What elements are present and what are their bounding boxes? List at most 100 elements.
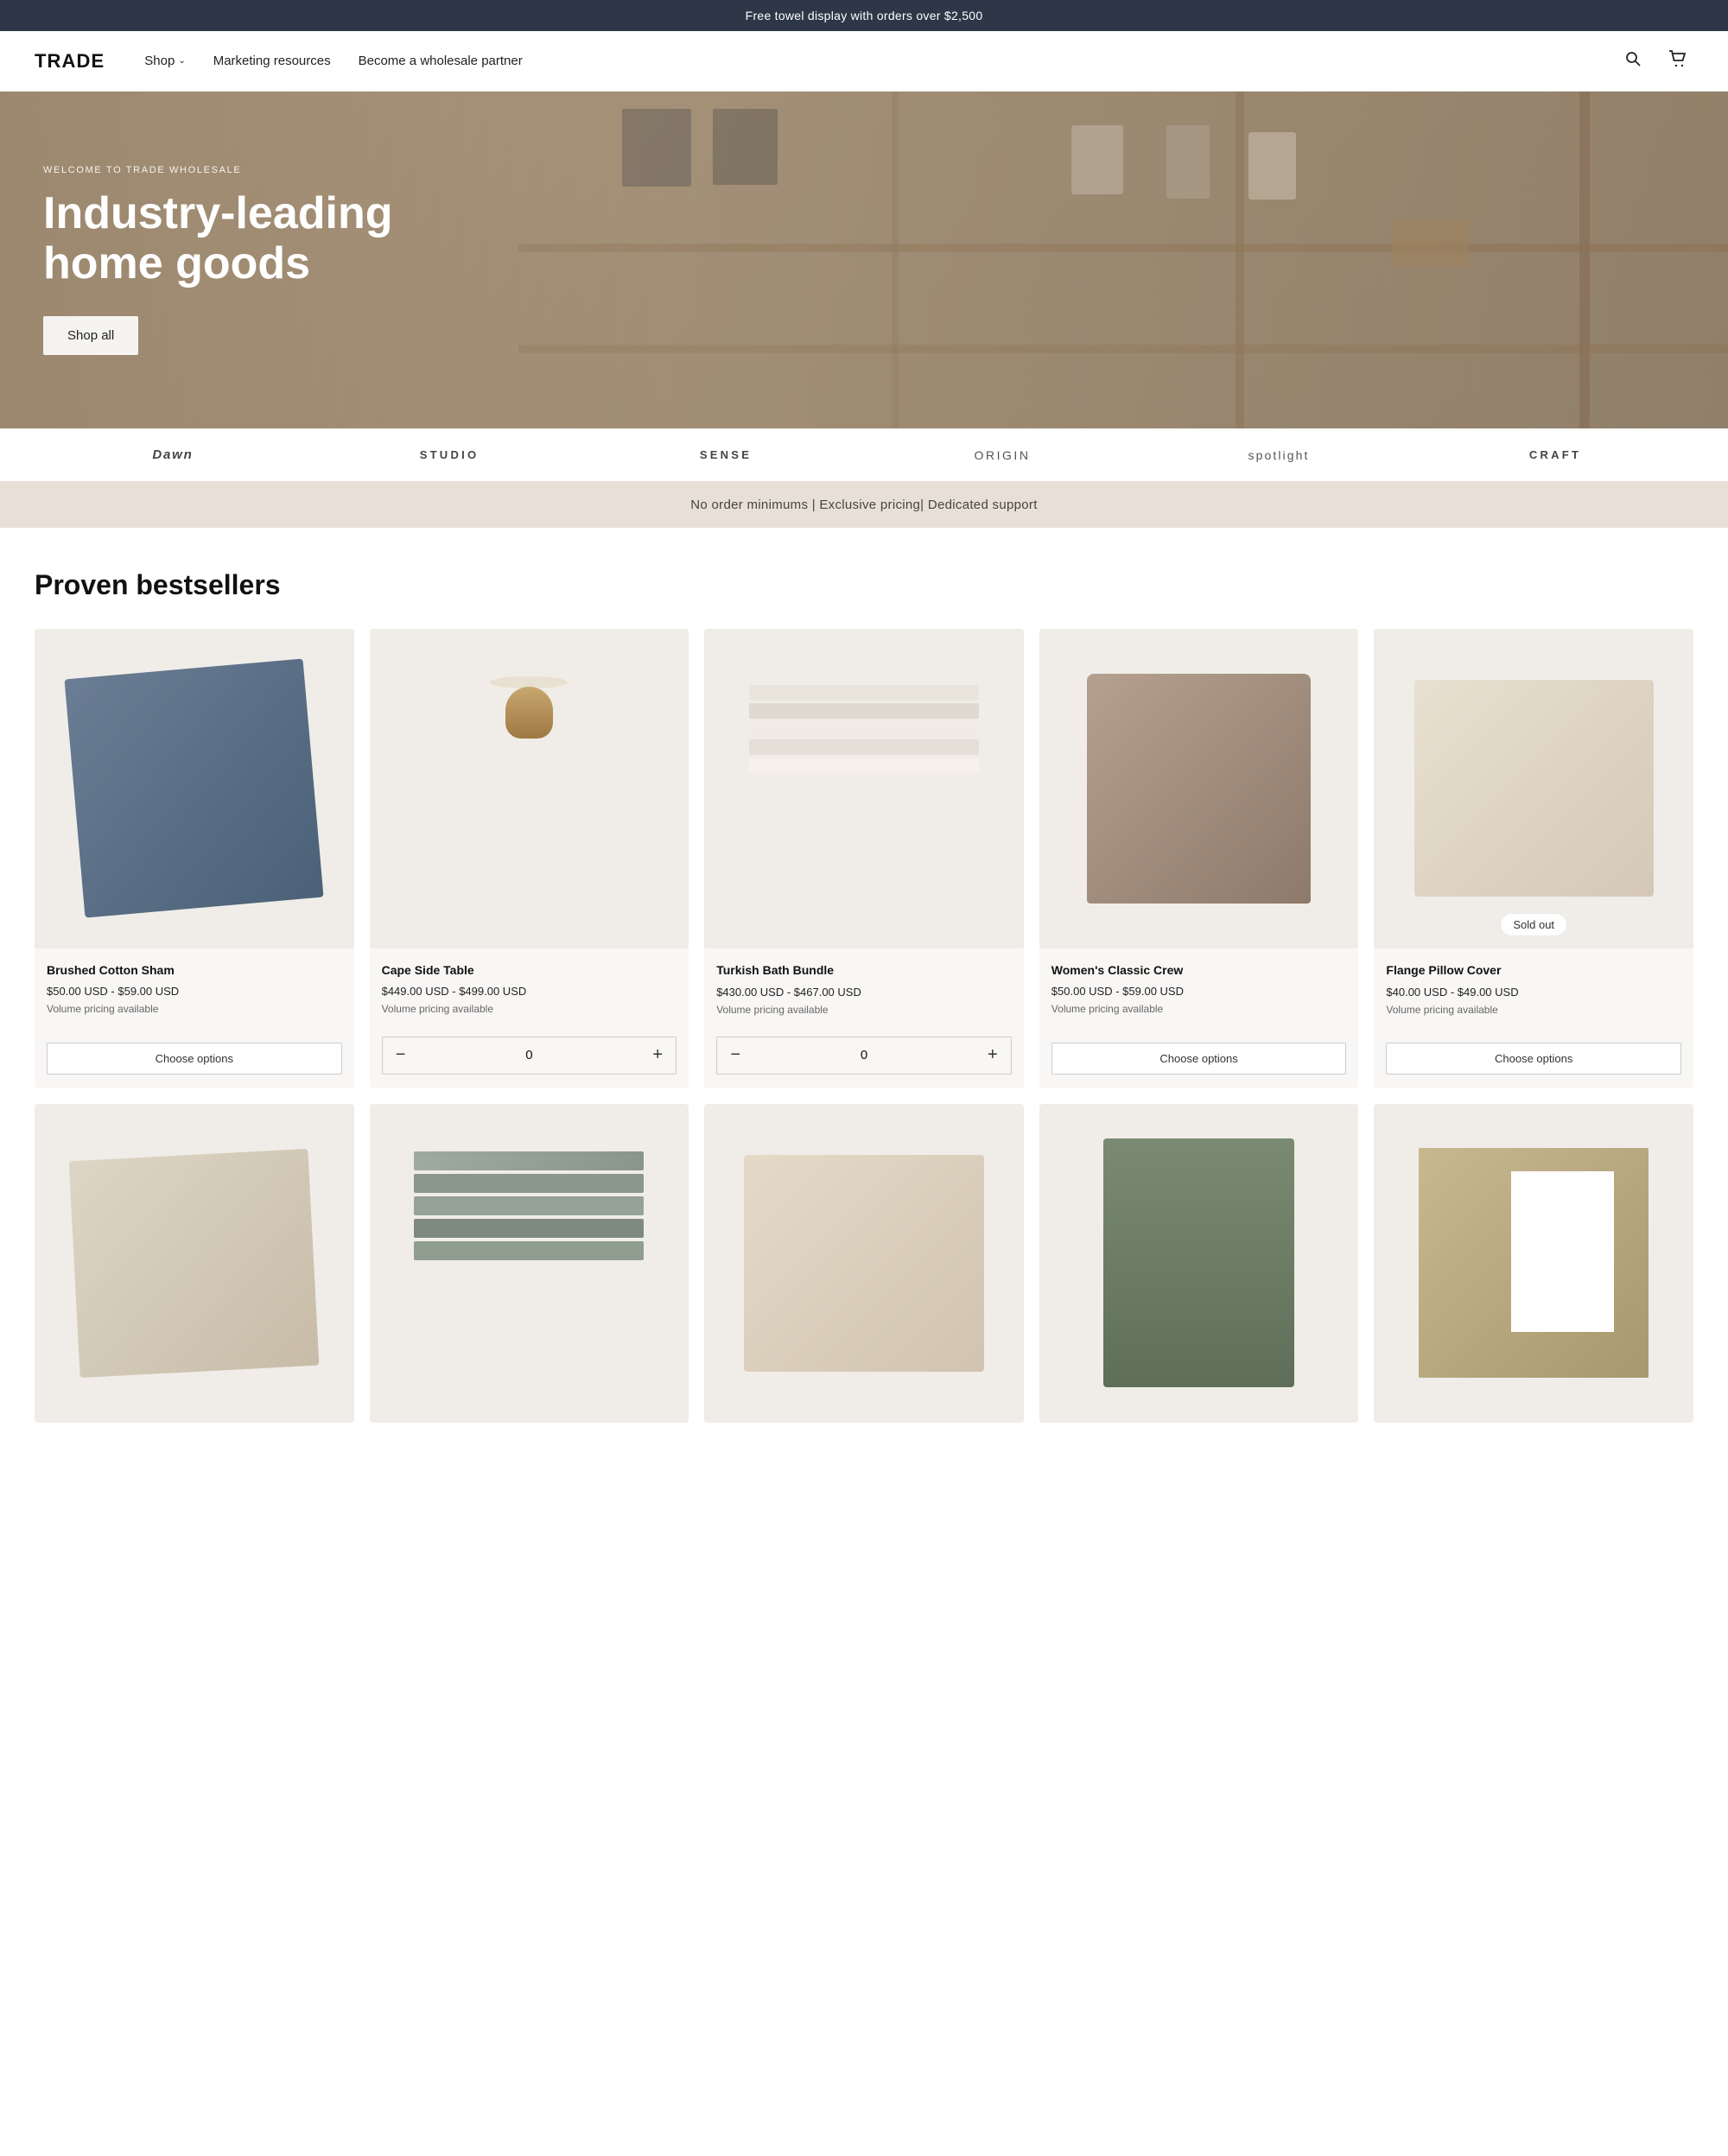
logo[interactable]: TRADE bbox=[35, 50, 105, 73]
pillow-cream2-image bbox=[69, 1149, 320, 1378]
nav-item-marketing[interactable]: Marketing resources bbox=[200, 47, 345, 75]
brand-studio[interactable]: STUDIO bbox=[311, 445, 588, 465]
towel-gray-1 bbox=[414, 1151, 644, 1170]
product-image-r2-1 bbox=[35, 1104, 354, 1424]
product-price-1: $50.00 USD - $59.00 USD bbox=[47, 985, 342, 998]
towel-gray-5 bbox=[414, 1241, 644, 1260]
side-table-image bbox=[425, 676, 632, 900]
product-name-5: Flange Pillow Cover bbox=[1386, 962, 1681, 979]
brand-strip: Dawn STUDIO SENSE ORIGIN spotlight CRAFT bbox=[0, 428, 1728, 482]
product-volume-1: Volume pricing available bbox=[47, 1003, 342, 1015]
increase-qty-3[interactable]: + bbox=[975, 1037, 1011, 1074]
pants-green-image bbox=[1103, 1138, 1295, 1387]
brand-origin[interactable]: ORIGIN bbox=[864, 445, 1140, 466]
product-volume-3: Volume pricing available bbox=[716, 1004, 1012, 1016]
choose-options-button-4[interactable]: Choose options bbox=[1051, 1043, 1347, 1075]
product-image-5: Sold out bbox=[1374, 629, 1693, 948]
product-volume-2: Volume pricing available bbox=[382, 1003, 677, 1015]
qty-value-2: 0 bbox=[419, 1048, 640, 1062]
brand-craft[interactable]: CRAFT bbox=[1417, 445, 1693, 465]
product-price-3: $430.00 USD - $467.00 USD bbox=[716, 986, 1012, 999]
product-actions-3: − 0 + bbox=[704, 1028, 1024, 1088]
product-grid-row2 bbox=[35, 1104, 1693, 1424]
product-info-1: Brushed Cotton Sham $50.00 USD - $59.00 … bbox=[35, 948, 354, 1034]
brand-dawn[interactable]: Dawn bbox=[35, 444, 311, 466]
towel-row-1 bbox=[749, 685, 979, 701]
product-card-r2-5 bbox=[1374, 1104, 1693, 1424]
towel-row-5 bbox=[749, 758, 979, 773]
chevron-down-icon: ⌄ bbox=[178, 56, 185, 66]
towel-gray-3 bbox=[414, 1196, 644, 1215]
brand-spotlight[interactable]: spotlight bbox=[1140, 445, 1417, 466]
minus-icon-3: − bbox=[730, 1045, 740, 1065]
announcement-bar: Free towel display with orders over $2,5… bbox=[0, 0, 1728, 31]
towel-row-4 bbox=[749, 739, 979, 755]
product-image-r2-4 bbox=[1039, 1104, 1359, 1424]
product-image-r2-2 bbox=[370, 1104, 689, 1424]
product-name-3: Turkish Bath Bundle bbox=[716, 962, 1012, 979]
header-actions bbox=[1617, 46, 1693, 77]
quantity-stepper-3: − 0 + bbox=[716, 1037, 1012, 1075]
section-title: Proven bestsellers bbox=[35, 569, 1693, 601]
sweater-image bbox=[1087, 674, 1311, 904]
product-grid-row1: Brushed Cotton Sham $50.00 USD - $59.00 … bbox=[35, 629, 1693, 1088]
product-card-3: Turkish Bath Bundle $430.00 USD - $467.0… bbox=[704, 629, 1024, 1088]
hero-section: WELCOME TO TRADE WHOLESALE Industry-lead… bbox=[0, 92, 1728, 428]
product-image-4 bbox=[1039, 629, 1359, 948]
announcement-text: Free towel display with orders over $2,5… bbox=[746, 9, 983, 22]
hero-shop-all-button[interactable]: Shop all bbox=[43, 316, 138, 355]
art-board-image bbox=[1419, 1148, 1649, 1378]
pillow-linen-image bbox=[744, 1155, 983, 1372]
decrease-qty-2[interactable]: − bbox=[383, 1037, 419, 1074]
search-button[interactable] bbox=[1617, 46, 1649, 77]
product-name-2: Cape Side Table bbox=[382, 962, 677, 979]
product-card-r2-2 bbox=[370, 1104, 689, 1424]
product-info-5: Flange Pillow Cover $40.00 USD - $49.00 … bbox=[1374, 948, 1693, 1034]
towel-row-2 bbox=[749, 703, 979, 719]
product-card-r2-4 bbox=[1039, 1104, 1359, 1424]
product-card-5: Sold out Flange Pillow Cover $40.00 USD … bbox=[1374, 629, 1693, 1088]
increase-qty-2[interactable]: + bbox=[639, 1037, 676, 1074]
bestsellers-section: Proven bestsellers Brushed Cotton Sham $… bbox=[0, 528, 1728, 1450]
hero-title: Industry-leading home goods bbox=[43, 189, 475, 288]
benefits-bar: No order minimums | Exclusive pricing| D… bbox=[0, 482, 1728, 528]
product-info-4: Women's Classic Crew $50.00 USD - $59.00… bbox=[1039, 948, 1359, 1034]
plus-icon-3: + bbox=[988, 1045, 998, 1065]
choose-options-button-1[interactable]: Choose options bbox=[47, 1043, 342, 1075]
benefits-text: No order minimums | Exclusive pricing| D… bbox=[690, 498, 1037, 512]
product-image-3 bbox=[704, 629, 1024, 948]
product-card-r2-3 bbox=[704, 1104, 1024, 1424]
nav-item-shop[interactable]: Shop ⌄ bbox=[130, 47, 199, 75]
table-stem bbox=[505, 687, 553, 739]
brand-sense[interactable]: SENSE bbox=[588, 445, 864, 465]
product-actions-1: Choose options bbox=[35, 1034, 354, 1088]
product-card-1: Brushed Cotton Sham $50.00 USD - $59.00 … bbox=[35, 629, 354, 1088]
search-icon bbox=[1624, 50, 1642, 73]
decrease-qty-3[interactable]: − bbox=[717, 1037, 753, 1074]
nav-item-wholesale[interactable]: Become a wholesale partner bbox=[345, 47, 537, 75]
product-name-1: Brushed Cotton Sham bbox=[47, 962, 342, 979]
hero-eyebrow: WELCOME TO TRADE WHOLESALE bbox=[43, 165, 475, 175]
product-image-r2-3 bbox=[704, 1104, 1024, 1424]
product-price-5: $40.00 USD - $49.00 USD bbox=[1386, 986, 1681, 999]
pillow-blue-image bbox=[65, 659, 324, 918]
product-actions-5: Choose options bbox=[1374, 1034, 1693, 1088]
towels-image bbox=[749, 685, 979, 892]
towel-gray-4 bbox=[414, 1219, 644, 1238]
minus-icon: − bbox=[396, 1045, 406, 1065]
header: TRADE Shop ⌄ Marketing resources Become … bbox=[0, 31, 1728, 92]
product-actions-2: − 0 + bbox=[370, 1028, 689, 1088]
product-image-2 bbox=[370, 629, 689, 948]
qty-value-3: 0 bbox=[753, 1048, 975, 1062]
product-volume-4: Volume pricing available bbox=[1051, 1003, 1347, 1015]
cart-button[interactable] bbox=[1662, 46, 1693, 77]
product-card-2: Cape Side Table $449.00 USD - $499.00 US… bbox=[370, 629, 689, 1088]
main-nav: Shop ⌄ Marketing resources Become a whol… bbox=[130, 47, 1617, 75]
choose-options-button-5[interactable]: Choose options bbox=[1386, 1043, 1681, 1075]
product-name-4: Women's Classic Crew bbox=[1051, 962, 1347, 979]
product-card-4: Women's Classic Crew $50.00 USD - $59.00… bbox=[1039, 629, 1359, 1088]
pillow-cream-image bbox=[1414, 680, 1654, 897]
quantity-stepper-2: − 0 + bbox=[382, 1037, 677, 1075]
hero-content: WELCOME TO TRADE WHOLESALE Industry-lead… bbox=[0, 122, 518, 397]
product-card-r2-1 bbox=[35, 1104, 354, 1424]
